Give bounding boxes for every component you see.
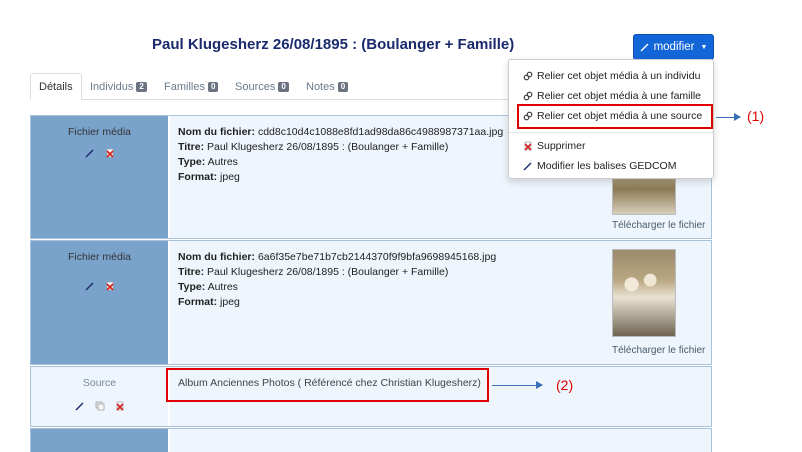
pencil-icon [640,43,649,52]
delete-icon[interactable] [105,281,115,291]
tab-individus[interactable]: Individus 2 [90,73,147,100]
tab-familles[interactable]: Familles 0 [164,73,219,100]
section-label: Source [82,377,117,389]
annotation-label-2: (2) [556,377,574,393]
tab-sources[interactable]: Sources 0 [235,73,289,100]
tab-label: Détails [39,80,73,93]
highlight-box-2 [166,368,489,402]
count-badge: 0 [207,81,219,92]
media-row: Fichier média Nom du fichier: 6a6f35e7be… [30,240,712,365]
format-field: Format: jpeg [178,171,240,183]
download-link[interactable]: Télécharger le fichier [612,220,705,231]
menu-item-link-individual[interactable]: Relier cet objet média à un individu [523,70,700,82]
delete-icon[interactable] [115,401,125,411]
tabs: Détails Individus 2 Familles 0 Sources 0… [30,73,510,100]
highlight-box-1 [517,104,713,129]
link-icon [523,91,533,101]
menu-divider [509,132,713,133]
title-field: Titre: Paul Klugesherz 26/08/1895 : (Bou… [178,141,449,153]
media-details: Nom du fichier: 6a6f35e7be71b7cb2144370f… [168,241,711,364]
delete-icon [524,141,532,151]
edit-icon[interactable] [75,401,85,411]
count-badge: 2 [136,81,147,92]
download-link[interactable]: Télécharger le fichier [612,345,705,356]
tab-label: Notes [306,80,335,93]
tab-details[interactable]: Détails [30,73,82,100]
next-row [30,428,712,452]
type-field: Type: Autres [178,281,238,293]
menu-item-link-family[interactable]: Relier cet objet média à une famille [523,90,701,102]
annotation-label-1: (1) [747,108,765,124]
media-label-column: Fichier média [31,116,168,238]
pencil-icon [523,162,532,171]
next-content [168,429,711,452]
arrow-2 [492,381,543,389]
count-badge: 0 [337,81,349,92]
caret-down-icon: ▼ [700,43,708,51]
section-label: Fichier média [67,126,132,138]
arrow-1 [716,113,741,121]
tab-label: Sources [235,80,276,93]
source-label-column: Source [31,367,168,426]
media-thumbnail[interactable] [612,249,676,337]
link-icon [523,71,533,81]
edit-icon[interactable] [85,148,95,158]
modifier-label: modifier [653,41,695,53]
delete-icon[interactable] [105,148,115,158]
filename-field: Nom du fichier: cdd8c10d4c1088e8fd1ad98d… [178,126,504,138]
title-field: Titre: Paul Klugesherz 26/08/1895 : (Bou… [178,266,449,278]
tab-label: Familles [164,80,205,93]
copy-icon[interactable] [95,401,105,411]
page-title: Paul Klugesherz 26/08/1895 : (Boulanger … [152,36,515,53]
filename-field: Nom du fichier: 6a6f35e7be71b7cb2144370f… [178,251,497,263]
edit-icon[interactable] [85,281,95,291]
count-badge: 0 [278,81,289,92]
menu-item-delete[interactable]: Supprimer [523,140,585,152]
menu-item-edit-gedcom[interactable]: Modifier les balises GEDCOM [523,160,676,172]
next-label-column [31,429,168,452]
modifier-button[interactable]: modifier ▼ [633,34,714,60]
media-label-column: Fichier média [31,241,168,364]
tab-label: Individus [90,80,134,93]
section-label: Fichier média [67,251,132,263]
type-field: Type: Autres [178,156,238,168]
tab-notes[interactable]: Notes 0 [306,73,349,100]
format-field: Format: jpeg [178,296,240,308]
